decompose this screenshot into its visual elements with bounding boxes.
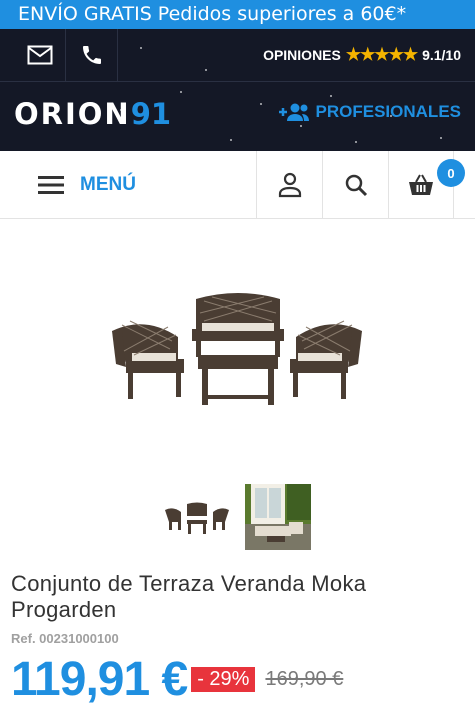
rating-stars-icon: ★★★★★ [345,45,418,64]
discount-badge: - 29% [191,667,256,692]
logo-number: 91 [130,97,172,131]
reviews-link[interactable]: OPINIONES ★★★★★ 9.1/10 [263,29,461,81]
promo-text: ENVÍO GRATIS Pedidos superiores a 60€* [18,3,407,25]
cart-count-badge: 0 [437,159,465,187]
reviews-label: OPINIONES [263,47,341,63]
product-title: Conjunto de Terraza Veranda Moka Progard… [11,571,367,622]
product-reference: Ref. 00231000100 [11,631,119,646]
professionals-label: PROFESIONALES [315,102,461,121]
navigation-bar: MENÚ 0 [0,151,475,219]
current-price: 119,91 € [11,653,188,706]
promo-banner[interactable]: ENVÍO GRATIS Pedidos superiores a 60€* [0,0,475,29]
phone-icon[interactable] [66,29,118,81]
logo-text: ORION [14,97,131,131]
hamburger-icon [38,176,64,194]
thumbnail-garden-scene[interactable] [245,484,311,550]
thumbnail-gallery [0,484,475,569]
divider [0,81,475,82]
header: OPINIONES ★★★★★ 9.1/10 ORION91 PROFESION… [0,29,475,151]
rating-value: 9.1/10 [422,47,461,63]
product-main-image[interactable] [0,219,475,484]
professionals-link[interactable]: PROFESIONALES [276,102,461,122]
mail-icon[interactable] [14,29,66,81]
contact-row: OPINIONES ★★★★★ 9.1/10 [0,29,475,81]
thumbnail-product[interactable] [163,492,229,542]
old-price: 169,90 € [265,668,344,690]
add-users-icon [278,103,309,121]
user-icon[interactable] [256,151,322,219]
menu-button[interactable]: MENÚ [38,151,136,219]
price-row: 119,91 € - 29% 169,90 € [11,652,343,707]
menu-label: MENÚ [80,174,136,195]
search-icon[interactable] [322,151,388,219]
logo[interactable]: ORION91 [14,97,171,131]
